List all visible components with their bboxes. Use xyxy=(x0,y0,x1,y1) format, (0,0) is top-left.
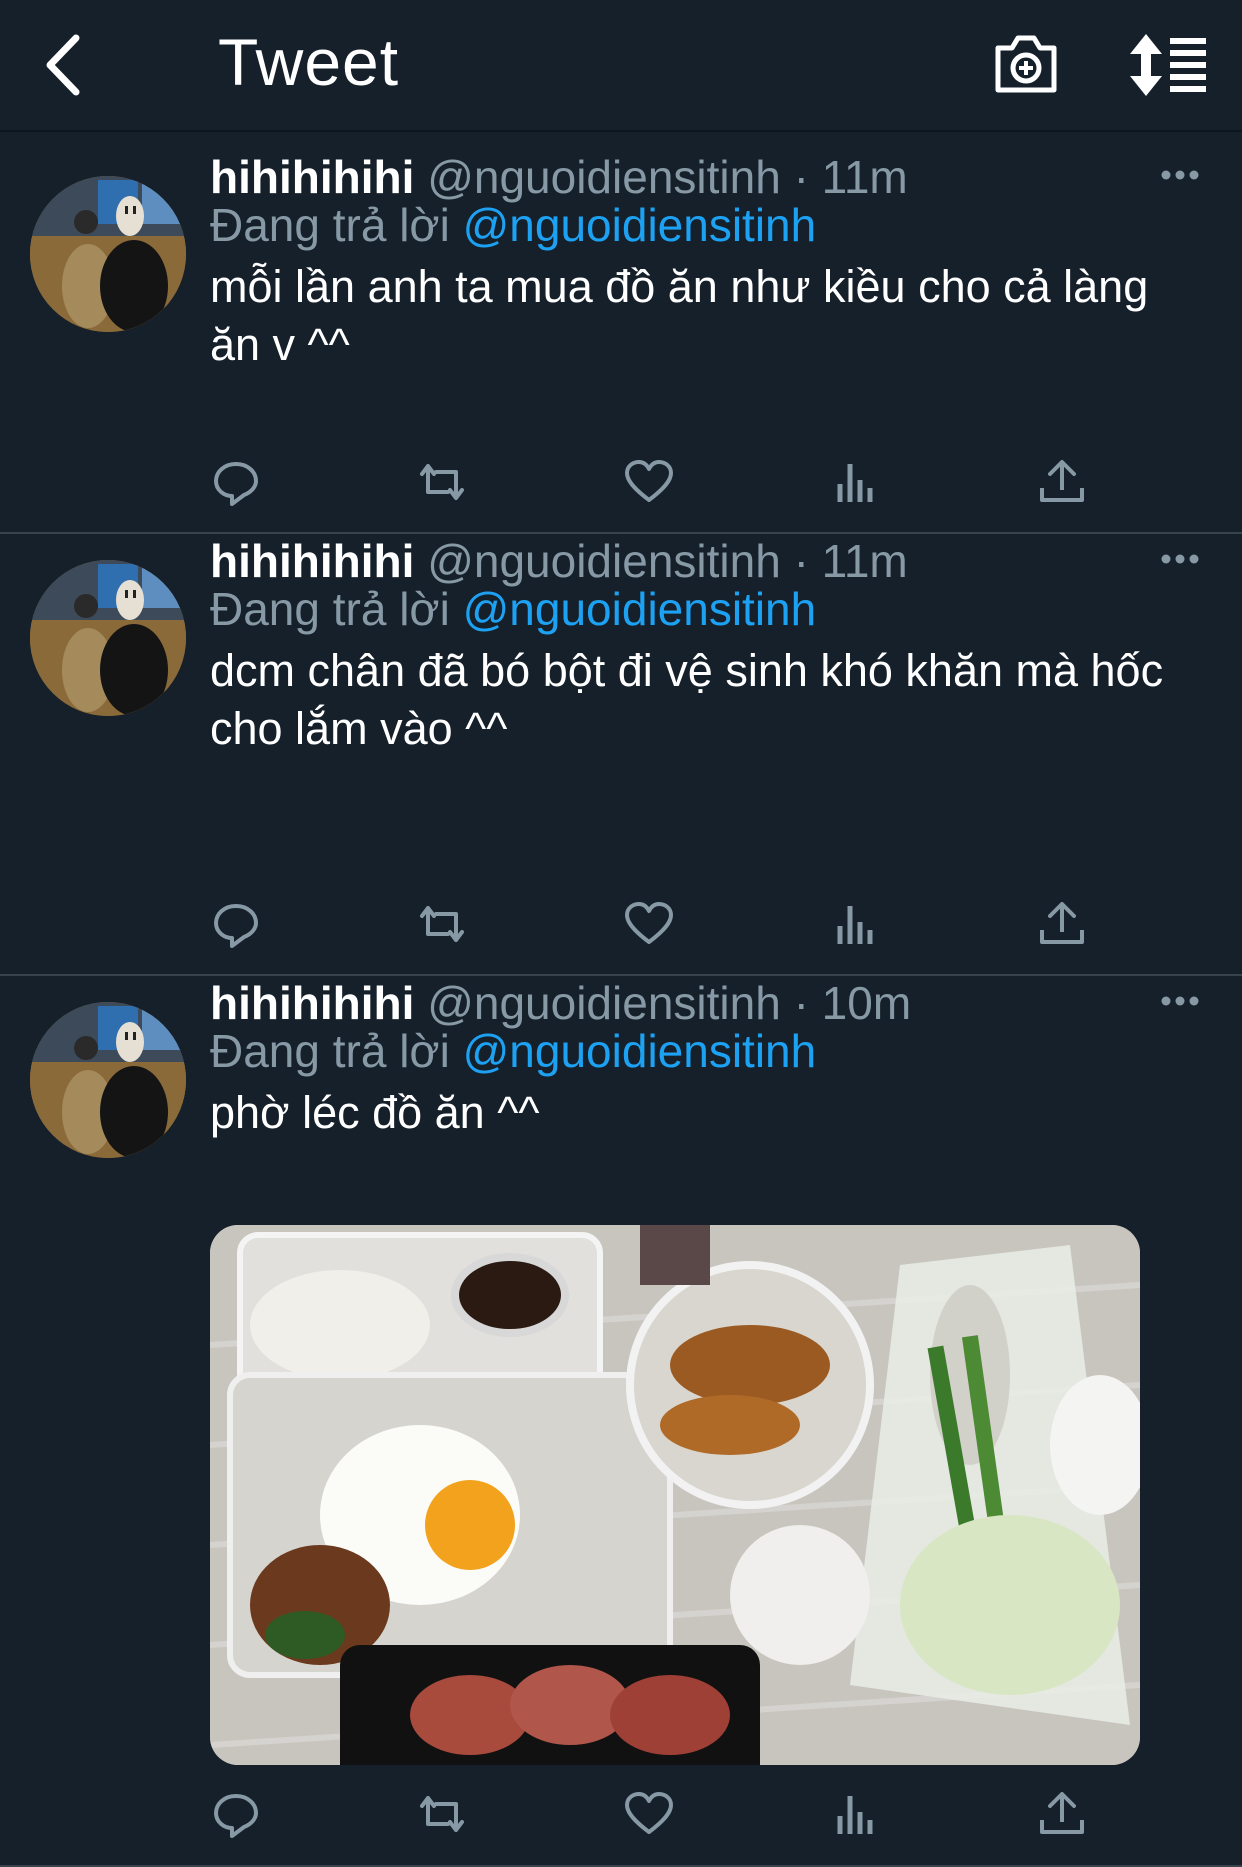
more-button[interactable] xyxy=(1160,994,1200,1014)
retweet-button[interactable] xyxy=(414,454,470,510)
like-button[interactable] xyxy=(621,896,677,952)
analytics-icon xyxy=(837,906,873,944)
tweet-header: hihihihihi @nguoidiensitinh · 11m xyxy=(210,150,908,204)
tweet[interactable]: hihihihihi @nguoidiensitinh · 11m Đang t… xyxy=(0,534,1242,976)
handle-and-time: @nguoidiensitinh · 11m xyxy=(427,151,908,203)
replying-to: Đang trả lời @nguoidiensitinh xyxy=(210,198,816,252)
share-icon xyxy=(1040,1792,1084,1834)
chevron-left-icon xyxy=(46,34,80,96)
tweet-photo[interactable] xyxy=(210,1225,1140,1765)
retweet-button[interactable] xyxy=(414,1786,470,1842)
tweet-text: phờ léc đồ ăn ^^ xyxy=(210,1087,540,1138)
analytics-icon xyxy=(837,464,873,502)
page-title: Tweet xyxy=(218,25,400,99)
heart-icon xyxy=(625,460,673,502)
tweet-text: dcm chân đã bó bột đi vệ sinh khó khăn m… xyxy=(210,645,1164,754)
avatar[interactable] xyxy=(30,560,186,716)
tweet-actions xyxy=(0,1786,1242,1846)
reply-mention-link[interactable]: @nguoidiensitinh xyxy=(463,1025,817,1077)
retweet-button[interactable] xyxy=(414,896,470,952)
reply-icon xyxy=(214,462,258,506)
replying-to: Đang trả lời @nguoidiensitinh xyxy=(210,582,816,636)
share-button[interactable] xyxy=(1034,896,1090,952)
heart-icon xyxy=(625,1792,673,1834)
reply-prefix: Đang trả lời xyxy=(210,583,450,635)
sort-icon xyxy=(1130,34,1206,96)
camera-add-icon xyxy=(995,35,1057,93)
share-icon xyxy=(1040,902,1084,944)
analytics-button[interactable] xyxy=(828,1786,884,1842)
retweet-icon xyxy=(420,906,464,942)
heart-icon xyxy=(625,902,673,944)
tweet-text: mỗi lần anh ta mua đồ ăn như kiều cho cả… xyxy=(210,261,1149,370)
reply-prefix: Đang trả lời xyxy=(210,199,450,251)
avatar-image xyxy=(30,176,186,332)
reply-icon xyxy=(214,1794,258,1838)
share-icon xyxy=(1040,460,1084,502)
food-photo-image xyxy=(210,1225,1140,1765)
reply-mention-link[interactable]: @nguoidiensitinh xyxy=(463,583,817,635)
more-icon xyxy=(1161,996,1199,1006)
analytics-icon xyxy=(837,1796,873,1834)
back-button[interactable] xyxy=(40,30,90,100)
like-button[interactable] xyxy=(621,454,677,510)
display-name[interactable]: hihihihihi xyxy=(210,535,414,587)
reply-prefix: Đang trả lời xyxy=(210,1025,450,1077)
retweet-icon xyxy=(420,1796,464,1832)
handle-and-time: @nguoidiensitinh · 10m xyxy=(427,977,912,1029)
share-button[interactable] xyxy=(1034,1786,1090,1842)
avatar-image xyxy=(30,1002,186,1158)
header-bar: Tweet xyxy=(0,0,1242,132)
sort-button[interactable] xyxy=(1130,32,1210,98)
analytics-button[interactable] xyxy=(828,896,884,952)
replying-to: Đang trả lời @nguoidiensitinh xyxy=(210,1024,816,1078)
reply-icon xyxy=(214,904,258,948)
camera-button[interactable] xyxy=(992,30,1060,98)
tweet-actions xyxy=(0,896,1242,956)
tweet-header: hihihihihi @nguoidiensitinh · 10m xyxy=(210,976,911,1030)
reply-mention-link[interactable]: @nguoidiensitinh xyxy=(463,199,817,251)
avatar-image xyxy=(30,560,186,716)
retweet-icon xyxy=(420,464,464,500)
reply-button[interactable] xyxy=(208,1786,264,1842)
more-icon xyxy=(1161,170,1199,180)
analytics-button[interactable] xyxy=(828,454,884,510)
reply-button[interactable] xyxy=(208,454,264,510)
display-name[interactable]: hihihihihi xyxy=(210,151,414,203)
avatar[interactable] xyxy=(30,176,186,332)
more-icon xyxy=(1161,554,1199,564)
more-button[interactable] xyxy=(1160,168,1200,188)
tweet-header: hihihihihi @nguoidiensitinh · 11m xyxy=(210,534,908,588)
tweet[interactable]: hihihihihi @nguoidiensitinh · 11m Đang t… xyxy=(0,132,1242,534)
handle-and-time: @nguoidiensitinh · 11m xyxy=(427,535,908,587)
reply-button[interactable] xyxy=(208,896,264,952)
avatar[interactable] xyxy=(30,1002,186,1158)
like-button[interactable] xyxy=(621,1786,677,1842)
more-button[interactable] xyxy=(1160,552,1200,572)
tweet[interactable]: hihihihihi @nguoidiensitinh · 10m Đang t… xyxy=(0,976,1242,1867)
share-button[interactable] xyxy=(1034,454,1090,510)
tweet-actions xyxy=(0,454,1242,514)
display-name[interactable]: hihihihihi xyxy=(210,977,414,1029)
